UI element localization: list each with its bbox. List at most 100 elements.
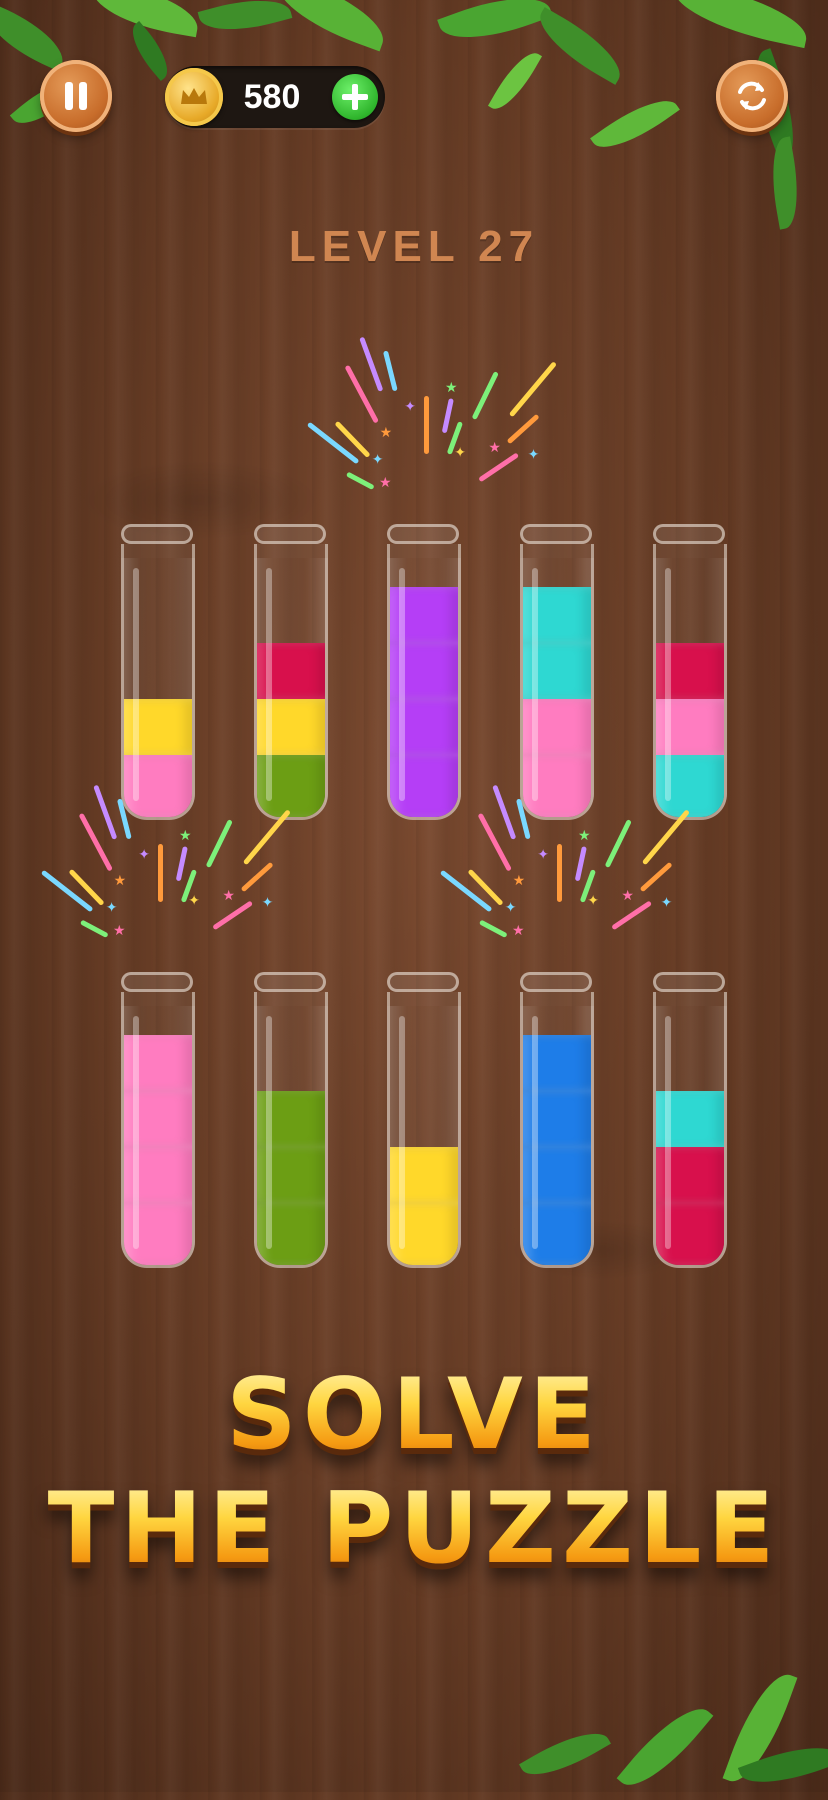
tube-9[interactable]	[520, 972, 594, 1268]
tube-10[interactable]	[653, 972, 727, 1268]
confetti-streak	[492, 784, 517, 840]
confetti-streak	[604, 819, 632, 869]
glass-shine	[532, 568, 538, 801]
confetti-star: ★	[511, 923, 525, 939]
tube-body	[520, 1006, 594, 1268]
confetti-streak	[508, 361, 557, 418]
tube-rim	[520, 972, 592, 992]
confetti-star: ✦	[371, 451, 384, 468]
pause-icon	[65, 82, 87, 110]
confetti-streak	[158, 844, 163, 902]
glass-shine	[133, 1016, 139, 1249]
confetti-star: ★	[378, 475, 392, 491]
tube-rim	[520, 524, 592, 544]
restart-icon	[738, 81, 766, 111]
confetti-streak	[506, 413, 540, 445]
confetti-streak	[334, 420, 371, 459]
confetti-star: ✦	[660, 895, 673, 912]
glass-shine	[266, 568, 272, 801]
confetti-streak	[79, 919, 109, 939]
restart-button[interactable]	[716, 60, 788, 132]
tube-body	[387, 1006, 461, 1268]
confetti-streak	[240, 861, 274, 893]
confetti-streak	[175, 846, 188, 882]
confetti-streak	[478, 919, 508, 939]
tube-neck	[387, 992, 461, 1006]
confetti-star: ✦	[537, 847, 550, 864]
tube-neck	[520, 992, 594, 1006]
tube-2[interactable]	[254, 524, 328, 820]
tube-neck	[387, 544, 461, 558]
confetti-streak	[557, 844, 562, 902]
tube-body	[121, 1006, 195, 1268]
confetti-streak	[93, 784, 118, 840]
coin-count: 580	[243, 78, 301, 116]
confetti-streak	[68, 868, 105, 907]
glass-shine	[665, 1016, 671, 1249]
confetti-streak	[205, 819, 233, 869]
confetti-star: ★	[577, 828, 591, 845]
confetti-star: ★	[222, 888, 235, 905]
tube-rim	[387, 524, 459, 544]
tube-4[interactable]	[520, 524, 594, 820]
confetti-streak	[382, 350, 398, 392]
confetti-star: ★	[113, 872, 127, 889]
headline-line-2: THE PUZZLE	[0, 1472, 828, 1586]
glass-shine	[133, 568, 139, 801]
confetti-streak	[359, 336, 384, 392]
tube-body	[121, 558, 195, 820]
confetti-star: ✦	[587, 893, 599, 910]
confetti-star: ✦	[504, 899, 517, 916]
tube-neck	[653, 992, 727, 1006]
glass-shine	[665, 568, 671, 801]
tube-neck	[254, 544, 328, 558]
glass-shine	[399, 568, 405, 801]
confetti-star: ★	[512, 872, 526, 889]
tube-neck	[653, 544, 727, 558]
confetti-star: ✦	[454, 445, 466, 462]
tube-rim	[653, 524, 725, 544]
confetti-streak	[441, 398, 454, 434]
tube-rim	[387, 972, 459, 992]
plus-icon	[342, 84, 368, 110]
tube-neck	[520, 544, 594, 558]
pause-button[interactable]	[40, 60, 112, 132]
confetti-star: ✦	[404, 399, 417, 416]
confetti-streak	[212, 900, 254, 931]
tube-rim	[254, 524, 326, 544]
confetti-streak	[467, 868, 504, 907]
tube-1[interactable]	[121, 524, 195, 820]
tube-rim	[121, 524, 193, 544]
tube-rim	[121, 972, 193, 992]
confetti-streak	[574, 846, 587, 882]
confetti-star: ★	[178, 828, 192, 845]
tube-8[interactable]	[387, 972, 461, 1268]
confetti-star: ✦	[105, 899, 118, 916]
glass-shine	[532, 1016, 538, 1249]
headline-line-1: SOLVE	[0, 1358, 828, 1472]
confetti-star: ★	[621, 888, 634, 905]
confetti-star: ★	[112, 923, 126, 939]
confetti-streak	[478, 452, 520, 483]
confetti-star: ★	[444, 380, 458, 397]
confetti-star: ★	[379, 424, 393, 441]
confetti-streak	[611, 900, 653, 931]
tube-7[interactable]	[254, 972, 328, 1268]
tube-5[interactable]	[653, 524, 727, 820]
confetti-star: ✦	[138, 847, 151, 864]
tube-rim	[254, 972, 326, 992]
tube-neck	[121, 992, 195, 1006]
level-title: LEVEL 27	[288, 222, 540, 271]
confetti-streak	[639, 861, 673, 893]
leaves-bottom-right	[500, 1665, 828, 1800]
glass-shine	[266, 1016, 272, 1249]
add-coins-button[interactable]	[332, 74, 378, 120]
tube-6[interactable]	[121, 972, 195, 1268]
confetti-star: ★	[488, 440, 501, 457]
tube-body	[387, 558, 461, 820]
glass-shine	[399, 1016, 405, 1249]
tube-neck	[254, 992, 328, 1006]
tube-neck	[121, 544, 195, 558]
tube-body	[254, 1006, 328, 1268]
tube-3[interactable]	[387, 524, 461, 820]
